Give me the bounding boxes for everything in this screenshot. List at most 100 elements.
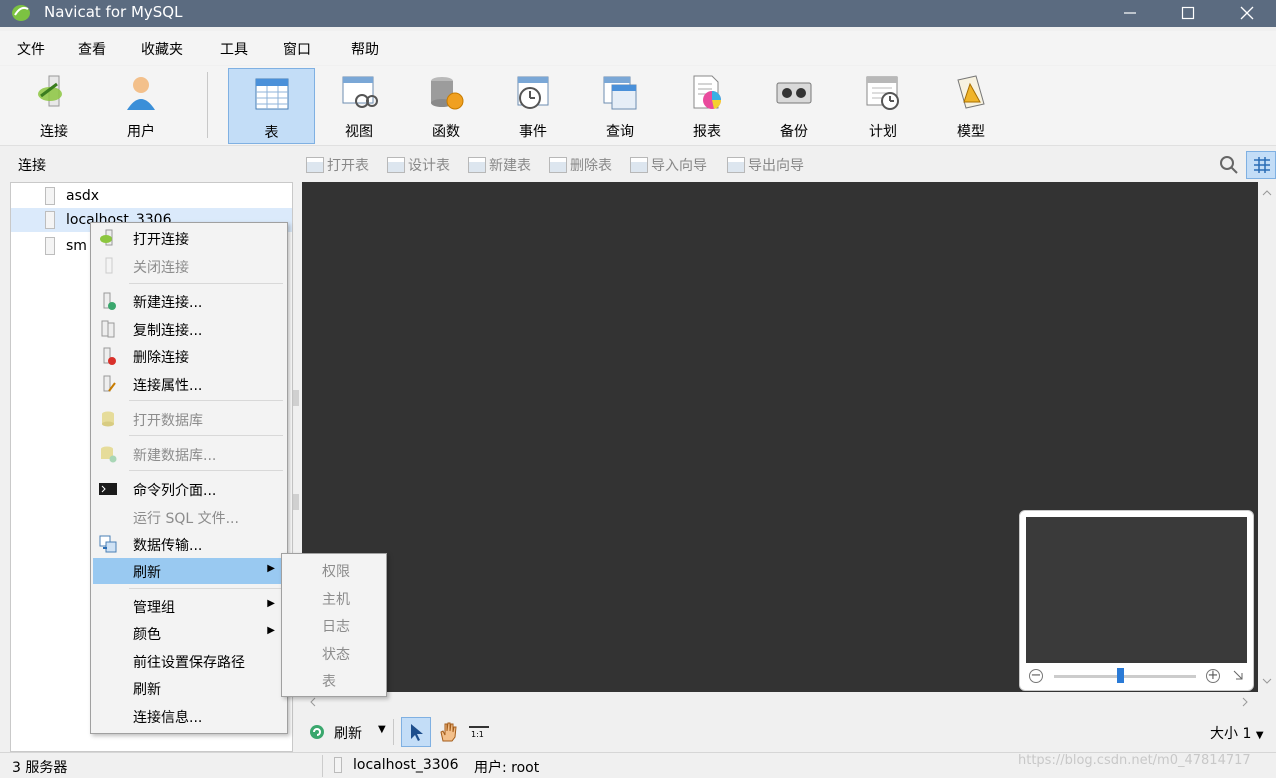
connection-properties-icon [103,375,116,392]
menu-open-database[interactable]: 打开数据库 [93,406,285,432]
new-table-label: 新建表 [489,158,531,174]
zoom-out-icon[interactable]: − [1029,669,1043,683]
export-wizard-button[interactable]: 导出向导 [727,155,804,175]
submenu-privileges[interactable]: 权限 [322,561,350,581]
close-button[interactable] [1218,0,1276,27]
menu-new-connection[interactable]: 新建连接... [93,288,285,314]
menu-copy-connection[interactable]: 复制连接... [93,316,285,342]
menu-new-database[interactable]: 新建数据库... [93,441,285,467]
zoom-slider-thumb[interactable] [1117,668,1124,683]
server-count: 3 服务器 [12,760,68,776]
chevron-down-icon: ▼ [1255,730,1264,741]
minimap-viewport[interactable] [1026,517,1247,663]
pointer-tool-button[interactable] [401,717,431,747]
menu-data-transfer[interactable]: 数据传输... [93,531,285,557]
menu-label: 刷新 [133,682,161,698]
menu-command-line[interactable]: 命令列介面... [93,476,285,502]
horizontal-scrollbar[interactable] [302,693,1258,711]
toolbar-schedule-button[interactable]: 计划 [840,68,926,144]
toolbar-report-button[interactable]: 报表 [664,68,750,144]
actual-size-button[interactable]: 1:1 [468,725,490,743]
scroll-up-icon [1262,190,1272,196]
menu-color[interactable]: 颜色 ▶ [93,620,285,646]
import-wizard-button[interactable]: 导入向导 [630,155,707,175]
menu-view[interactable]: 查看 [78,39,106,59]
menu-tools[interactable]: 工具 [220,39,248,59]
delete-table-button[interactable]: 删除表 [549,155,612,175]
open-table-button[interactable]: 打开表 [306,155,369,175]
copy-connection-icon [101,320,115,338]
menu-connection-info[interactable]: 连接信息... [93,703,285,729]
new-table-button[interactable]: 新建表 [468,155,531,175]
toolbar-event-button[interactable]: 事件 [490,68,576,144]
menu-separator [129,588,283,589]
export-wizard-label: 导出向导 [748,158,804,174]
submenu-tables[interactable]: 表 [322,671,336,691]
connection-icon [334,757,342,773]
toolbar-label: 表 [264,125,279,141]
menu-manage-groups[interactable]: 管理组 ▶ [93,593,285,619]
open-connection-icon [100,229,113,246]
minimize-button[interactable] [1101,0,1159,27]
maximize-button[interactable] [1159,0,1217,27]
menu-separator [129,435,283,436]
menu-separator [129,283,283,284]
query-icon [603,76,637,110]
menu-label: 连接属性... [133,378,203,394]
open-database-icon [102,411,114,427]
submenu-status[interactable]: 状态 [322,644,350,664]
zoom-in-icon[interactable]: + [1206,669,1220,683]
toolbar-view-button[interactable]: 视图 [316,68,402,144]
panel-splitter-handle[interactable] [293,390,299,406]
toolbar-connection-button[interactable]: 连接 [11,68,97,144]
object-toolbar: 连接 打开表 设计表 新建表 删除表 导入向导 导出向导 [0,149,1276,180]
resize-corner-icon[interactable] [1232,669,1244,681]
submenu-logs[interactable]: 日志 [322,616,350,636]
menu-refresh-submenu[interactable]: 刷新 ▶ [93,558,285,584]
toolbar-query-button[interactable]: 查询 [577,68,663,144]
menu-label: 运行 SQL 文件... [133,511,239,527]
window-title: Navicat for MySQL [44,3,183,21]
menu-file[interactable]: 文件 [17,39,45,59]
delete-table-icon [549,157,567,173]
close-connection-icon [105,257,113,274]
menu-help[interactable]: 帮助 [351,39,379,59]
delete-connection-icon [103,347,116,365]
er-diagram-view-button[interactable] [1246,151,1276,179]
design-table-button[interactable]: 设计表 [387,155,450,175]
menu-open-connection[interactable]: 打开连接 [93,225,285,251]
import-wizard-icon [630,157,648,173]
function-icon [431,77,464,110]
vertical-scrollbar[interactable] [1258,182,1276,692]
hand-tool-icon[interactable] [437,721,459,743]
size-selector[interactable]: 大小 1 ▼ [1210,723,1264,743]
menu-separator [129,470,283,471]
menu-separator [129,400,283,401]
connections-section-label: 连接 [18,158,46,174]
status-user: 用户: root [474,760,540,776]
toolbar-function-button[interactable]: 函数 [403,68,489,144]
chevron-down-icon: ▼ [378,724,386,735]
toolbar-model-button[interactable]: 模型 [928,68,1014,144]
search-icon[interactable] [1219,155,1239,175]
menu-bar: 文件 查看 收藏夹 工具 窗口 帮助 [0,31,1276,65]
menu-delete-connection[interactable]: 删除连接 [93,343,285,369]
zoom-slider-track[interactable] [1054,675,1196,678]
menu-label: 新建数据库... [133,448,217,464]
toolbar-backup-button[interactable]: 备份 [751,68,837,144]
panel-splitter-handle[interactable] [293,494,299,510]
toolbar-user-button[interactable]: 用户 [98,68,184,144]
menu-connection-properties[interactable]: 连接属性... [93,371,285,397]
menu-label: 连接信息... [133,710,203,726]
menu-close-connection[interactable]: 关闭连接 [93,253,285,279]
toolbar-table-button[interactable]: 表 [228,68,315,144]
menu-goto-save-path[interactable]: 前往设置保存路径 [93,648,285,674]
menu-run-sql-file[interactable]: 运行 SQL 文件... [93,504,285,530]
tree-item-asdx[interactable]: asdx [11,184,292,208]
scroll-down-icon [1262,678,1272,684]
menu-refresh[interactable]: 刷新 [93,675,285,701]
submenu-hosts[interactable]: 主机 [322,589,350,609]
menu-favorites[interactable]: 收藏夹 [141,39,183,59]
minimap-panel[interactable]: − + [1019,510,1254,691]
menu-window[interactable]: 窗口 [283,39,311,59]
